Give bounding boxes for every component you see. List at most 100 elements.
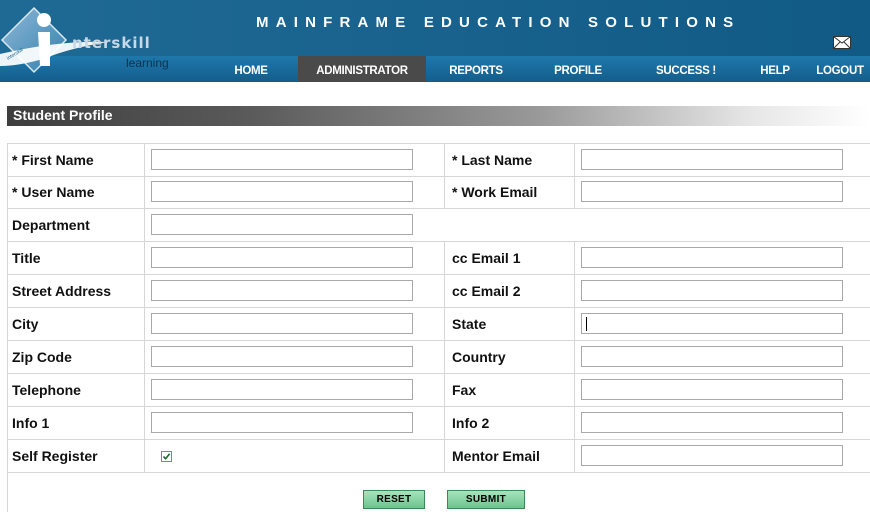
form-row: * User Name * Work Email [8, 176, 870, 209]
country-field[interactable] [581, 346, 843, 367]
state-input[interactable] [582, 314, 842, 333]
state-label: State [452, 316, 487, 332]
reset-button[interactable]: RESET [363, 490, 425, 509]
form-row: Zip Code Country [8, 341, 870, 374]
cc-email-2-input[interactable] [582, 281, 842, 300]
info-2-field[interactable] [581, 412, 843, 433]
brand-name: nterskill [72, 34, 151, 52]
self-register-checkbox[interactable] [161, 451, 172, 462]
info-1-label: Info 1 [12, 415, 50, 431]
zip-code-field[interactable] [151, 346, 413, 367]
work-email-label: * Work Email [452, 184, 538, 200]
nav-logout[interactable]: LOGOUT [812, 56, 868, 82]
cell-divider [444, 242, 445, 274]
city-label: City [12, 316, 39, 332]
first-name-input[interactable] [152, 150, 412, 169]
main-nav: HOME ADMINISTRATOR REPORTS PROFILE SUCCE… [0, 56, 870, 82]
street-address-field[interactable] [151, 280, 413, 301]
state-field[interactable] [581, 313, 843, 334]
last-name-input[interactable] [582, 150, 842, 169]
form-row: * First Name * Last Name [8, 143, 870, 177]
work-email-input[interactable] [582, 182, 842, 201]
department-input[interactable] [152, 215, 412, 234]
title-label: Title [12, 250, 41, 266]
cell-divider [144, 341, 145, 373]
zip-code-input[interactable] [152, 347, 412, 366]
site-header: interskill nterskill learning MAINFRAME … [0, 0, 870, 87]
form-row: Department [8, 209, 870, 242]
text-cursor [586, 317, 587, 331]
country-input[interactable] [582, 347, 842, 366]
form-row: Street Address cc Email 2 [8, 275, 870, 308]
form-row: Title cc Email 1 [8, 242, 870, 275]
mentor-email-input[interactable] [582, 446, 842, 465]
info-2-label: Info 2 [452, 415, 490, 431]
nav-help[interactable]: HELP [758, 56, 792, 82]
telephone-field[interactable] [151, 379, 413, 400]
cell-divider [444, 440, 445, 472]
title-field[interactable] [151, 247, 413, 268]
cc-email-2-field[interactable] [581, 280, 843, 301]
info-1-field[interactable] [151, 412, 413, 433]
cell-divider [144, 407, 145, 439]
cell-divider [144, 176, 145, 208]
cell-divider [444, 308, 445, 340]
cc-email-1-input[interactable] [582, 248, 842, 267]
department-field[interactable] [151, 214, 413, 235]
info-1-input[interactable] [152, 413, 412, 432]
cell-divider [144, 242, 145, 274]
cc-email-1-field[interactable] [581, 247, 843, 268]
street-address-label: Street Address [12, 283, 112, 299]
fax-label: Fax [452, 382, 477, 398]
checkmark-icon [162, 453, 171, 461]
fax-input[interactable] [582, 380, 842, 399]
street-address-input[interactable] [152, 281, 412, 300]
city-input[interactable] [152, 314, 412, 333]
form-row: Telephone Fax [8, 374, 870, 407]
zip-code-label: Zip Code [12, 349, 72, 365]
nav-home[interactable]: HOME [228, 56, 274, 82]
cc-email-2-label: cc Email 2 [452, 283, 521, 299]
last-name-field[interactable] [581, 149, 843, 170]
cell-divider [144, 440, 145, 472]
mentor-email-field[interactable] [581, 445, 843, 466]
title-input[interactable] [152, 248, 412, 267]
fax-field[interactable] [581, 379, 843, 400]
first-name-label: * First Name [12, 152, 94, 168]
user-name-input[interactable] [152, 182, 412, 201]
cell-divider [144, 374, 145, 406]
cell-divider [144, 209, 145, 241]
student-profile-form: * First Name * Last Name * User Name * W… [7, 143, 870, 512]
nav-profile[interactable]: PROFILE [550, 56, 606, 82]
cell-divider [574, 144, 575, 176]
cell-divider [144, 275, 145, 307]
cell-divider [574, 440, 575, 472]
self-register-label: Self Register [12, 448, 98, 464]
header-divider [0, 82, 870, 87]
telephone-input[interactable] [152, 380, 412, 399]
form-row: Info 1 Info 2 [8, 407, 870, 440]
user-name-label: * User Name [12, 184, 95, 200]
telephone-label: Telephone [12, 382, 81, 398]
cell-divider [444, 176, 445, 208]
cell-divider [574, 374, 575, 406]
department-label: Department [12, 217, 90, 233]
cell-divider [574, 407, 575, 439]
cell-divider [574, 242, 575, 274]
cell-divider [144, 308, 145, 340]
info-2-input[interactable] [582, 413, 842, 432]
nav-success[interactable]: SUCCESS ! [656, 56, 716, 82]
cell-divider [144, 144, 145, 176]
nav-administrator[interactable]: ADMINISTRATOR [298, 56, 426, 82]
city-field[interactable] [151, 313, 413, 334]
form-row: City State [8, 308, 870, 341]
cell-divider [444, 144, 445, 176]
nav-reports[interactable]: REPORTS [444, 56, 508, 82]
submit-button[interactable]: SUBMIT [447, 490, 525, 509]
last-name-label: * Last Name [452, 152, 533, 168]
first-name-field[interactable] [151, 149, 413, 170]
form-actions: RESET SUBMIT [8, 490, 870, 512]
work-email-field[interactable] [581, 181, 843, 202]
user-name-field[interactable] [151, 181, 413, 202]
envelope-icon[interactable] [833, 36, 851, 49]
